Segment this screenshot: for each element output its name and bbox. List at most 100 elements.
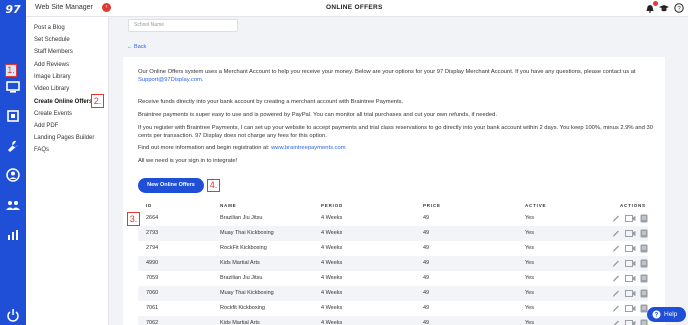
svg-text:?: ?: [655, 313, 659, 319]
delete-icon[interactable]: [640, 214, 648, 223]
user-icon[interactable]: [5, 168, 21, 182]
intro-paragraph: Our Online Offers system uses a Merchant…: [138, 69, 636, 75]
delete-icon[interactable]: [640, 319, 648, 325]
delete-icon[interactable]: [640, 229, 648, 238]
table-header: ID NAME PERIOD PRICE ACTIVE ACTIONS: [138, 201, 648, 210]
preview-icon[interactable]: [625, 289, 636, 298]
delete-icon[interactable]: [640, 289, 648, 298]
header-active: ACTIVE: [525, 203, 547, 208]
menu-item-post-blog[interactable]: Post a Blog: [34, 25, 65, 31]
cell-name: Brazilian Jiu Jitsu: [220, 215, 263, 221]
paragraph-sign-in: All we need is your sign in to integrate…: [138, 158, 238, 164]
cell-name: Brazilian Jiu Jitsu: [220, 275, 263, 281]
wrench-icon[interactable]: [5, 139, 21, 153]
annotation-4: 4.: [207, 179, 220, 192]
edit-icon[interactable]: [612, 259, 620, 268]
delete-icon[interactable]: [640, 244, 648, 253]
cell-price: 49: [423, 290, 430, 296]
collapse-menu-button[interactable]: ‹: [102, 3, 111, 12]
menu-item-add-reviews[interactable]: Add Reviews: [34, 62, 69, 68]
cell-period: 4 Weeks: [321, 290, 343, 296]
cell-id: 4990: [146, 260, 159, 266]
edit-icon[interactable]: [612, 289, 620, 298]
power-icon[interactable]: [5, 308, 21, 322]
preview-icon[interactable]: [625, 229, 636, 238]
graduation-cap-icon[interactable]: [659, 3, 669, 13]
cell-id: 2793: [146, 230, 159, 236]
menu-item-faqs[interactable]: FAQs: [34, 147, 49, 153]
edit-icon[interactable]: [612, 319, 620, 325]
paragraph-registration: If you register with Braintree Payments,…: [138, 125, 653, 139]
cell-active: Yes: [525, 320, 534, 325]
bell-icon[interactable]: [645, 1, 658, 13]
cell-active: Yes: [525, 215, 534, 221]
paragraph-braintree: Receive funds directly into your bank ac…: [138, 99, 404, 105]
preview-icon[interactable]: [625, 259, 636, 268]
cell-period: 4 Weeks: [321, 275, 343, 281]
display-icon[interactable]: [5, 80, 21, 94]
paragraph-more-info: Find out more information and begin regi…: [138, 144, 658, 152]
cell-active: Yes: [525, 305, 534, 311]
annotation-2: 2.: [91, 94, 104, 108]
new-online-offers-button[interactable]: New Online Offers: [138, 178, 204, 193]
menu-item-video-library[interactable]: Video Library: [34, 86, 69, 92]
cell-name: Rockfit Kickboxing: [220, 305, 265, 311]
support-email-link[interactable]: Support@97Display.com.: [138, 77, 203, 83]
cell-price: 49: [423, 305, 430, 311]
cell-name: Kids Martial Arts: [220, 320, 260, 325]
cell-name: Kids Martial Arts: [220, 260, 260, 266]
menu-item-landing-pages-builder[interactable]: Landing Pages Builder: [34, 135, 94, 141]
edit-icon[interactable]: [612, 244, 620, 253]
app-logo[interactable]: 97: [2, 3, 24, 16]
preview-icon[interactable]: [625, 244, 636, 253]
cell-period: 4 Weeks: [321, 215, 343, 221]
cell-price: 49: [423, 230, 430, 236]
help-circle-icon[interactable]: ?: [674, 3, 684, 13]
cell-active: Yes: [525, 245, 534, 251]
cell-id: 7061: [146, 305, 159, 311]
help-button[interactable]: ? Help: [647, 307, 686, 322]
top-bar: Web Site Manager ‹ ONLINE OFFERS ?: [26, 0, 688, 17]
preview-icon[interactable]: [625, 304, 636, 313]
braintree-link[interactable]: www.braintreepayments.com: [271, 145, 345, 151]
menu-item-set-schedule[interactable]: Set Schedule: [34, 37, 70, 43]
preview-icon[interactable]: [625, 319, 636, 325]
box-icon[interactable]: [5, 109, 21, 123]
bar-chart-icon[interactable]: [5, 228, 21, 242]
cell-id: 7060: [146, 290, 159, 296]
cell-active: Yes: [525, 260, 534, 266]
cell-id: 2794: [146, 245, 159, 251]
help-label: Help: [664, 311, 678, 318]
table-row: 4990 Kids Martial Arts 4 Weeks 49 Yes: [138, 256, 648, 271]
edit-icon[interactable]: [612, 214, 620, 223]
intro-text: Our Online Offers system uses a Merchant…: [138, 68, 658, 84]
site-manager-menu: Post a Blog Set Schedule Staff Members A…: [26, 17, 109, 325]
menu-item-create-online-offers[interactable]: Create Online Offers: [34, 99, 92, 105]
delete-icon[interactable]: [640, 259, 648, 268]
table-row: 7061 Rockfit Kickboxing 4 Weeks 49 Yes: [138, 301, 648, 316]
menu-item-add-pdf[interactable]: Add PDF: [34, 123, 58, 129]
edit-icon[interactable]: [612, 274, 620, 283]
cell-period: 4 Weeks: [321, 230, 343, 236]
cell-id: 7062: [146, 320, 159, 325]
header-id: ID: [146, 203, 153, 208]
preview-icon[interactable]: [625, 274, 636, 283]
menu-item-create-events[interactable]: Create Events: [34, 111, 72, 117]
left-rail: 97 1.: [0, 0, 26, 325]
cell-name: Muay Thai Kickboxing: [220, 230, 274, 236]
preview-icon[interactable]: [625, 214, 636, 223]
page-title: ONLINE OFFERS: [326, 4, 383, 11]
online-offers-panel: Our Online Offers system uses a Merchant…: [123, 57, 665, 325]
school-name-field[interactable]: School Name: [128, 19, 238, 32]
edit-icon[interactable]: [612, 304, 620, 313]
cell-id: 7059: [146, 275, 159, 281]
cell-price: 49: [423, 275, 430, 281]
cell-active: Yes: [525, 290, 534, 296]
delete-icon[interactable]: [640, 274, 648, 283]
cell-active: Yes: [525, 275, 534, 281]
menu-item-image-library[interactable]: Image Library: [34, 74, 71, 80]
edit-icon[interactable]: [612, 229, 620, 238]
menu-item-staff-members[interactable]: Staff Members: [34, 49, 73, 55]
people-icon[interactable]: [5, 198, 21, 212]
back-link[interactable]: ← Back: [127, 44, 146, 50]
